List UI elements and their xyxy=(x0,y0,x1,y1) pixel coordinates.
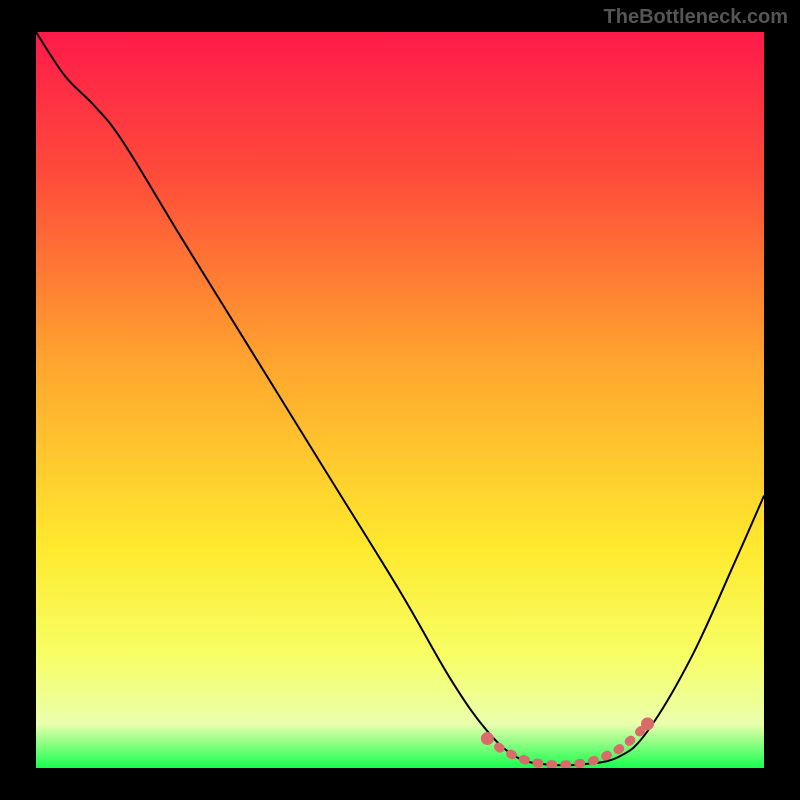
plot-area xyxy=(36,32,764,768)
gradient-background xyxy=(36,32,764,768)
chart-container: TheBottleneck.com xyxy=(0,0,800,800)
watermark-text: TheBottleneck.com xyxy=(604,6,788,29)
chart-svg xyxy=(36,32,764,768)
